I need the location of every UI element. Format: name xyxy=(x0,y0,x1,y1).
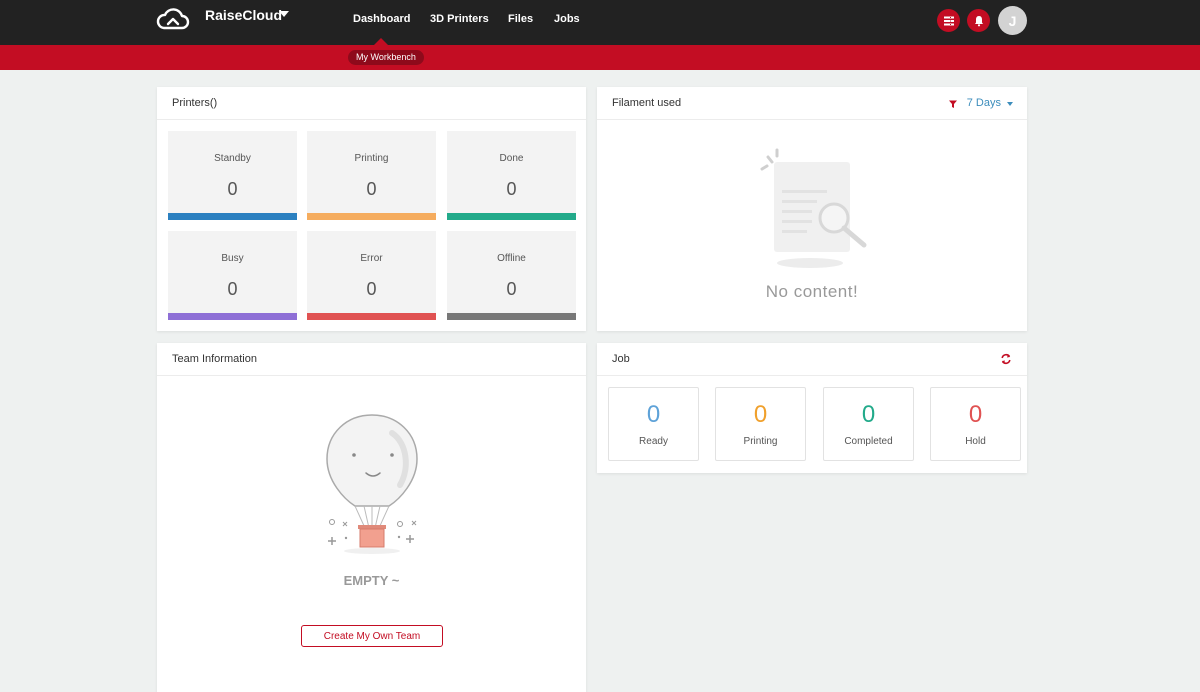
stat-label: Printing xyxy=(354,153,389,164)
chevron-down-icon[interactable] xyxy=(279,11,289,17)
stat-label: Done xyxy=(499,153,524,164)
job-card: Job 0 Ready 0 Printing 0 Completed 0 Hol… xyxy=(597,343,1027,473)
stat-label: Error xyxy=(360,253,383,264)
active-nav-indicator xyxy=(374,38,388,45)
printer-stat-error[interactable]: Error 0 xyxy=(307,231,436,320)
filter-icon xyxy=(948,100,957,108)
filament-card: Filament used 7 Days No content! xyxy=(597,87,1027,331)
stat-color-bar xyxy=(168,313,297,320)
no-content-text: No content! xyxy=(765,282,859,301)
job-stat-value: 0 xyxy=(968,401,983,428)
nav-files[interactable]: Files xyxy=(508,13,533,25)
stat-color-bar xyxy=(168,213,297,220)
top-navbar: RaiseCloud Dashboard 3D Printers Files J… xyxy=(0,0,1200,45)
job-stat-hold[interactable]: 0 Hold xyxy=(930,387,1021,461)
balloon-illustration xyxy=(326,414,418,554)
stat-label: Busy xyxy=(221,253,244,264)
stat-value: 0 xyxy=(227,279,238,299)
job-stat-label: Printing xyxy=(743,436,778,447)
notifications-button[interactable] xyxy=(967,9,990,32)
list-icon xyxy=(943,16,954,25)
sub-navbar xyxy=(0,45,1200,70)
filament-card-header: Filament used 7 Days xyxy=(597,87,1027,120)
stat-value: 0 xyxy=(227,179,238,199)
stat-color-bar xyxy=(307,213,436,220)
job-stat-value: 0 xyxy=(861,401,876,428)
team-empty-text: EMPTY ~ xyxy=(343,573,400,588)
job-stat-value: 0 xyxy=(646,401,661,428)
no-content-illustration xyxy=(760,148,867,268)
create-team-button[interactable]: Create My Own Team xyxy=(301,625,443,647)
printers-card: Printers() Standby 0 Printing 0 Done 0 B… xyxy=(157,87,586,331)
refresh-icon[interactable] xyxy=(1000,353,1012,365)
bell-icon xyxy=(974,15,983,26)
brand-name[interactable]: RaiseCloud xyxy=(205,7,282,23)
stat-value: 0 xyxy=(506,279,517,299)
printer-stat-offline[interactable]: Offline 0 xyxy=(447,231,576,320)
team-card: Team Information EMPTY ~ Create My Own T… xyxy=(157,343,586,692)
printer-stat-done[interactable]: Done 0 xyxy=(447,131,576,220)
nav-jobs[interactable]: Jobs xyxy=(554,13,580,25)
nav-dashboard[interactable]: Dashboard xyxy=(353,13,410,25)
date-range-label: 7 Days xyxy=(966,97,1001,109)
team-card-title: Team Information xyxy=(157,343,586,376)
job-stat-printing[interactable]: 0 Printing xyxy=(715,387,806,461)
job-stat-label: Ready xyxy=(639,436,668,447)
filament-card-title: Filament used xyxy=(612,97,682,109)
job-card-header: Job xyxy=(597,343,1027,376)
stat-value: 0 xyxy=(366,279,377,299)
job-stat-completed[interactable]: 0 Completed xyxy=(823,387,914,461)
job-stat-ready[interactable]: 0 Ready xyxy=(608,387,699,461)
chevron-down-icon xyxy=(1007,101,1013,106)
stat-value: 0 xyxy=(366,179,377,199)
stat-label: Offline xyxy=(497,253,526,264)
printer-stat-printing[interactable]: Printing 0 xyxy=(307,131,436,220)
stat-color-bar xyxy=(307,313,436,320)
my-workbench-tab[interactable]: My Workbench xyxy=(348,50,424,65)
cloud-icon[interactable] xyxy=(156,7,190,31)
nav-3d-printers[interactable]: 3D Printers xyxy=(430,13,489,25)
printer-stat-standby[interactable]: Standby 0 xyxy=(168,131,297,220)
list-button[interactable] xyxy=(937,9,960,32)
printers-card-title: Printers() xyxy=(157,87,586,120)
job-card-title: Job xyxy=(612,353,630,365)
stat-label: Standby xyxy=(214,153,251,164)
stat-value: 0 xyxy=(506,179,517,199)
user-avatar[interactable]: J xyxy=(998,6,1027,35)
stat-color-bar xyxy=(447,213,576,220)
printer-stat-busy[interactable]: Busy 0 xyxy=(168,231,297,320)
stat-color-bar xyxy=(447,313,576,320)
job-stat-label: Hold xyxy=(965,436,986,447)
job-stat-label: Completed xyxy=(844,436,893,447)
job-stat-value: 0 xyxy=(753,401,768,428)
date-range-filter[interactable]: 7 Days xyxy=(948,87,1013,120)
